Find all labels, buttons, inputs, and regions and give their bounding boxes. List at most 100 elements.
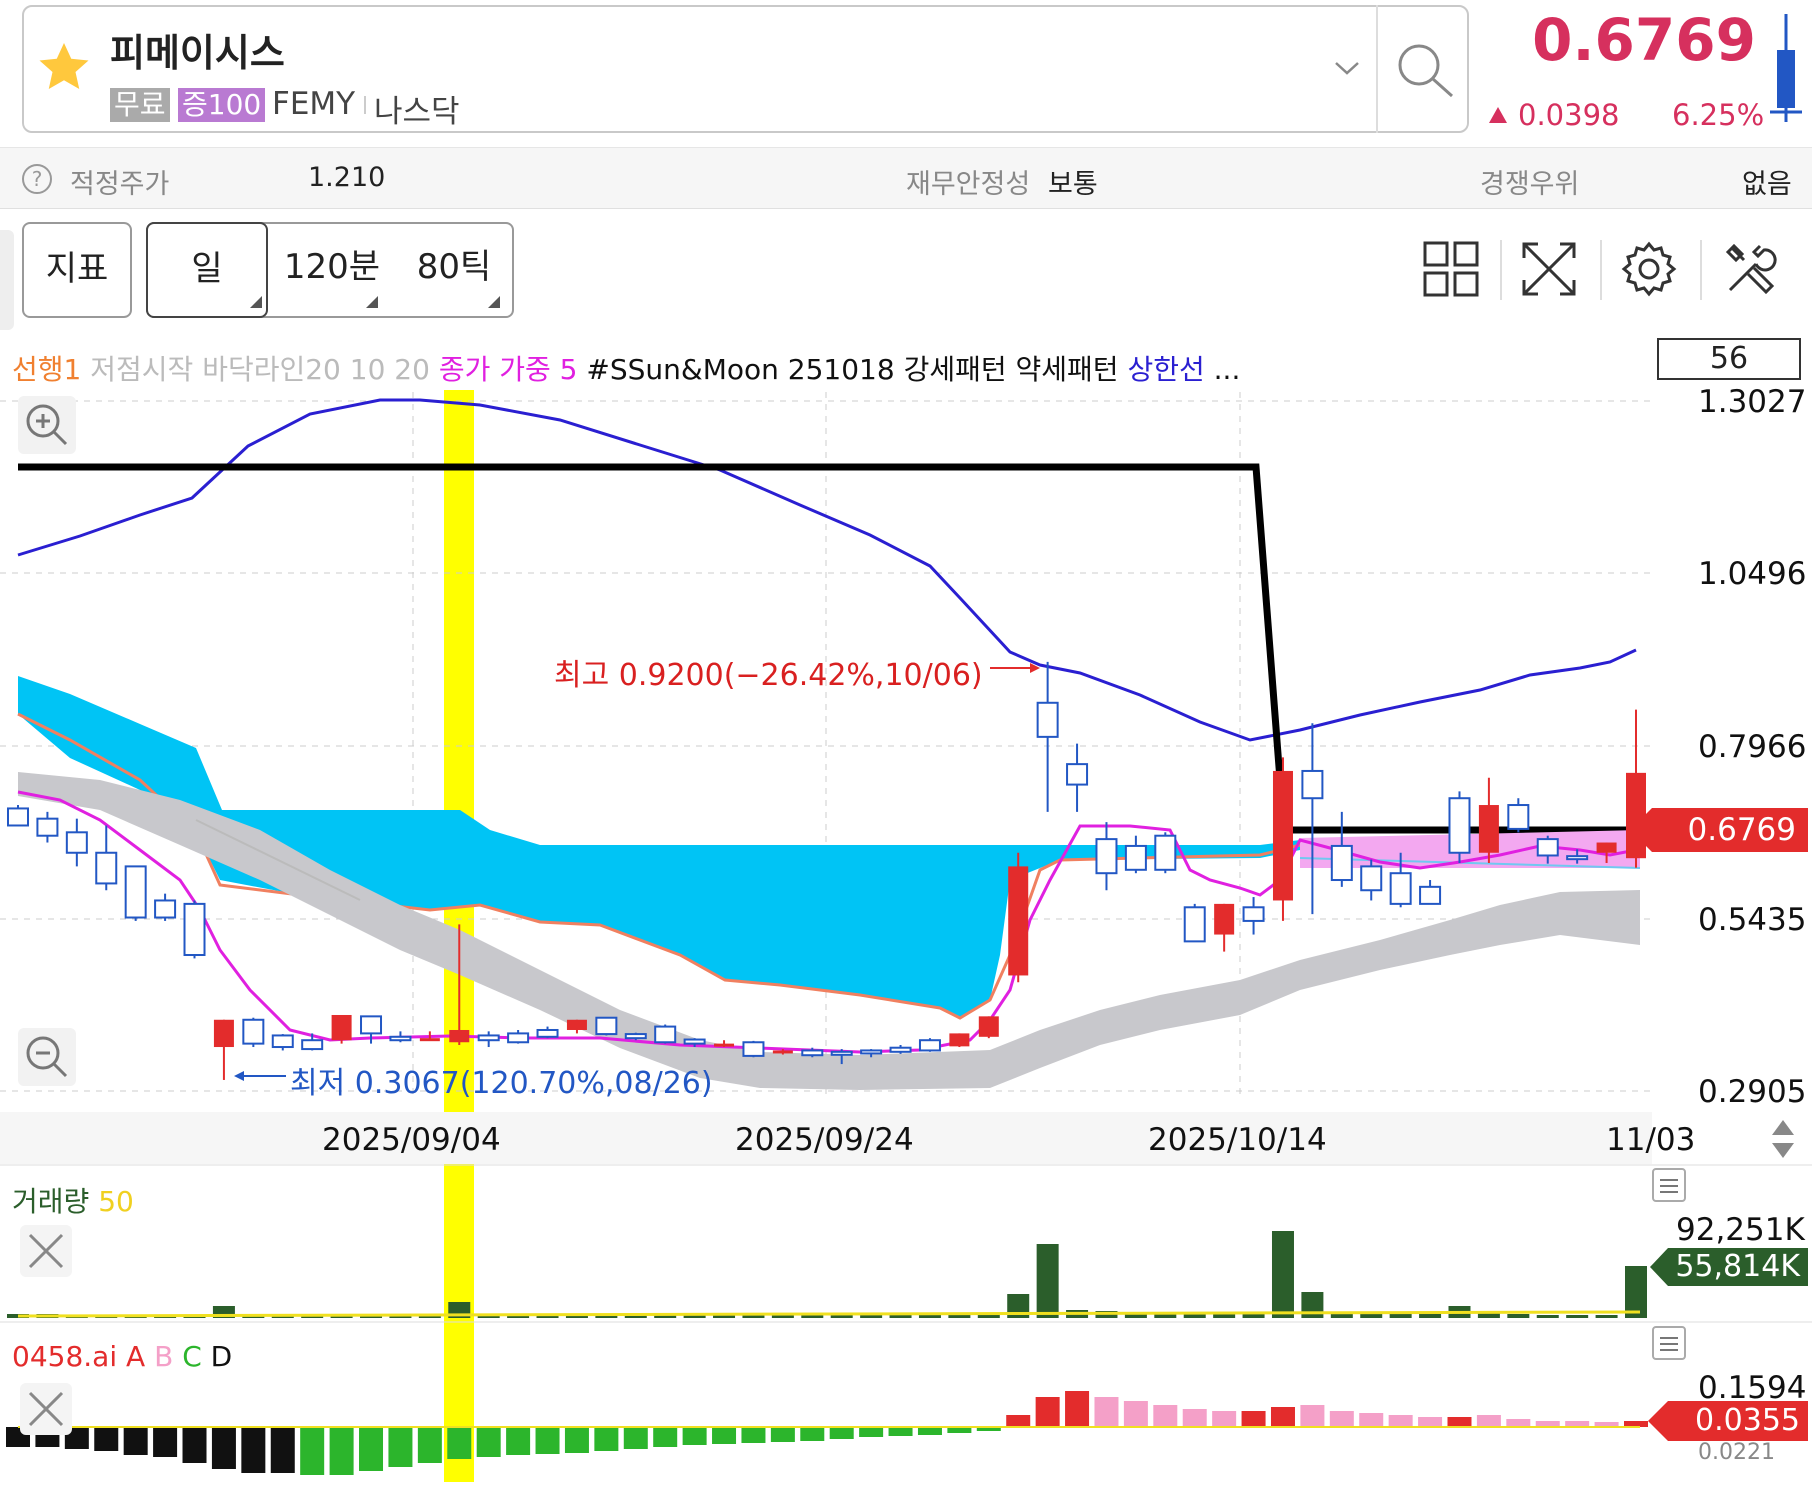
- menu-icon[interactable]: [1652, 1326, 1686, 1360]
- ai-bar: [417, 1427, 442, 1463]
- zoom-in-icon[interactable]: [18, 396, 76, 454]
- volume-bar: [1536, 1315, 1559, 1318]
- candle-body: [242, 1018, 265, 1045]
- ai-bar: [829, 1427, 854, 1439]
- high-arrow: [990, 663, 1040, 673]
- candle-body: [654, 1025, 677, 1044]
- volume-panel-title: 거래량 50: [12, 1180, 134, 1220]
- ai-bar: [1123, 1401, 1148, 1427]
- candle-body: [1066, 763, 1089, 786]
- close-icon[interactable]: [20, 1383, 72, 1435]
- ai-bar: [1300, 1405, 1325, 1427]
- tools-icon[interactable]: [1722, 240, 1780, 298]
- candle-body: [154, 899, 177, 919]
- ai-label: 0458.ai: [12, 1340, 118, 1373]
- ai-bar: [447, 1427, 472, 1459]
- ai-bar: [506, 1427, 531, 1455]
- low-arrow: [234, 1071, 286, 1081]
- y-axis-label: 0.7966: [1698, 729, 1807, 765]
- candle-body: [95, 851, 118, 885]
- candle-body: [360, 1015, 383, 1035]
- candle-body: [1330, 844, 1353, 882]
- advantage-label: 경쟁우위: [1480, 169, 1580, 200]
- corner-triangle-icon: [488, 296, 500, 308]
- candle-body: [714, 1043, 735, 1047]
- volume-bar: [1242, 1314, 1265, 1318]
- corner-triangle-icon: [366, 296, 378, 308]
- valuation-bar: ? 적정주가 1.210 재무안정성 보통 경쟁우위 없음: [0, 147, 1812, 209]
- divider: [364, 96, 366, 114]
- candle-body: [801, 1049, 824, 1057]
- candle-body: [918, 1039, 941, 1052]
- volume-bar: [1360, 1314, 1383, 1318]
- ai-bar: [564, 1427, 589, 1453]
- x-axis-label: 11/03: [1606, 1122, 1696, 1158]
- candle-body: [183, 902, 206, 957]
- ticker-symbol: FEMY: [272, 86, 356, 122]
- candle-body: [477, 1034, 500, 1042]
- candle-body: [536, 1028, 559, 1038]
- candle-count-box[interactable]: 56: [1657, 338, 1801, 380]
- candle-body: [331, 1014, 352, 1041]
- candle-body: [507, 1032, 530, 1044]
- favorite-star-icon[interactable]: [34, 38, 94, 98]
- ai-series-d: D: [210, 1340, 233, 1373]
- zoom-out-icon[interactable]: [18, 1028, 76, 1086]
- volume-bars: [7, 1231, 1647, 1318]
- menu-icon[interactable]: [1652, 1168, 1686, 1202]
- candle-body: [1214, 903, 1235, 935]
- candle-body: [1154, 834, 1177, 871]
- legend-item-leading: 선행1: [12, 353, 82, 386]
- volume-max-label: 92,251K: [1676, 1212, 1805, 1248]
- candle-body: [1095, 838, 1118, 875]
- ai-bar: [329, 1427, 354, 1475]
- candle-body: [1301, 769, 1324, 800]
- candle-body: [65, 831, 88, 854]
- expand-icon[interactable]: [1520, 240, 1578, 298]
- ai-bar: [94, 1427, 119, 1451]
- divider: [1600, 240, 1602, 300]
- candle-body: [595, 1016, 618, 1036]
- layout-grid-icon[interactable]: [1422, 240, 1480, 298]
- price-change: 0.0398: [1518, 98, 1620, 132]
- legend-more[interactable]: ...: [1214, 353, 1241, 386]
- indicator-button[interactable]: 지표: [22, 222, 132, 318]
- advantage-value: 없음: [1742, 169, 1792, 200]
- price-chart[interactable]: [0, 390, 1812, 1485]
- search-icon[interactable]: [1394, 40, 1458, 104]
- axis-scroll-icon[interactable]: [1770, 1118, 1796, 1160]
- close-icon[interactable]: [20, 1225, 72, 1277]
- indicator-legend[interactable]: 선행1 저점시작 바닥라인20 10 20 종가 가중 5 #SSun&Moon…: [12, 348, 1240, 388]
- ai-series-c: C: [182, 1340, 202, 1373]
- ai-bar: [1212, 1411, 1237, 1427]
- ai-panel-title: 0458.ai A B C D: [12, 1340, 232, 1373]
- candle-body: [1036, 701, 1059, 738]
- ai-bar: [300, 1427, 325, 1475]
- up-triangle-icon: [1489, 107, 1507, 123]
- ai-bar: [1153, 1405, 1178, 1427]
- ai-bar: [653, 1427, 678, 1447]
- candle-body: [1536, 838, 1559, 857]
- ai-bar: [917, 1427, 942, 1435]
- ai-bar: [1270, 1407, 1295, 1427]
- volume-bar: [918, 1315, 941, 1318]
- ai-bar: [888, 1427, 913, 1436]
- free-badge: 무료: [110, 88, 170, 122]
- legend-item-sunmoon: #SSun&Moon 251018 강세패턴 약세패턴: [586, 353, 1119, 386]
- candle-body: [1566, 855, 1589, 861]
- ai-series-a: A: [126, 1340, 146, 1373]
- legend-item-bottom-line: 저점시작 바닥라인20 10 20: [90, 353, 430, 386]
- ai-bar: [1241, 1411, 1266, 1427]
- corner-triangle-icon: [250, 296, 262, 308]
- y-axis-label: 1.3027: [1698, 384, 1807, 420]
- side-drawer-handle[interactable]: [0, 230, 14, 330]
- ai-bar: [211, 1427, 236, 1469]
- ai-bar: [1447, 1417, 1472, 1427]
- ai-bar: [476, 1427, 501, 1457]
- volume-bar: [860, 1315, 883, 1318]
- candle-body: [1124, 844, 1147, 871]
- gear-icon[interactable]: [1620, 240, 1678, 298]
- chevron-down-icon[interactable]: [1333, 58, 1361, 78]
- help-icon[interactable]: ?: [22, 164, 52, 194]
- current-price-tag: 0.6769: [1630, 808, 1808, 852]
